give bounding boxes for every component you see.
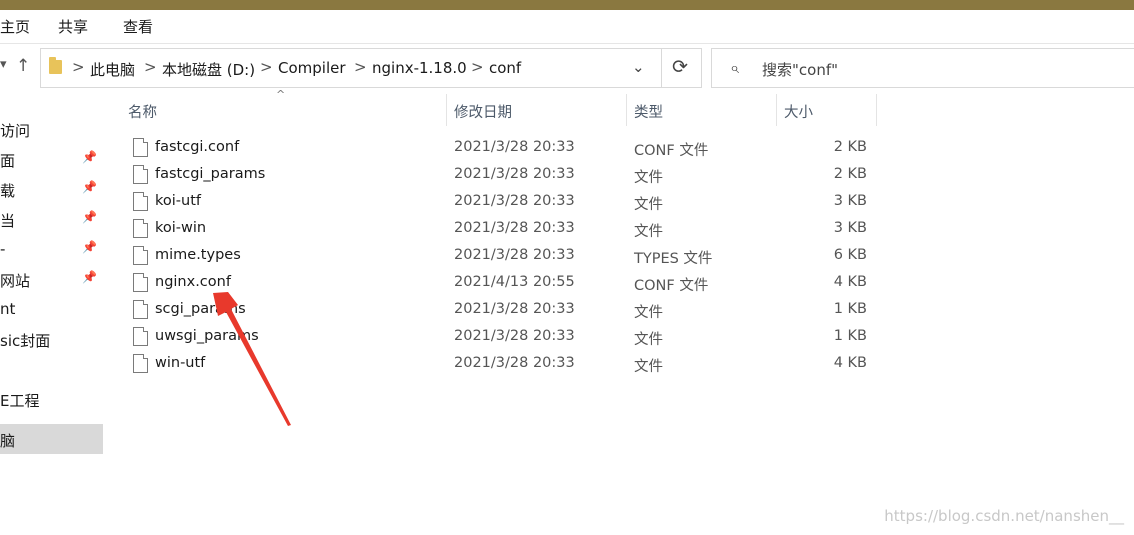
watermark: https://blog.csdn.net/nanshen__: [884, 507, 1124, 525]
annotation-arrow: [213, 292, 291, 426]
annotation-arrow-shape: [213, 292, 291, 426]
